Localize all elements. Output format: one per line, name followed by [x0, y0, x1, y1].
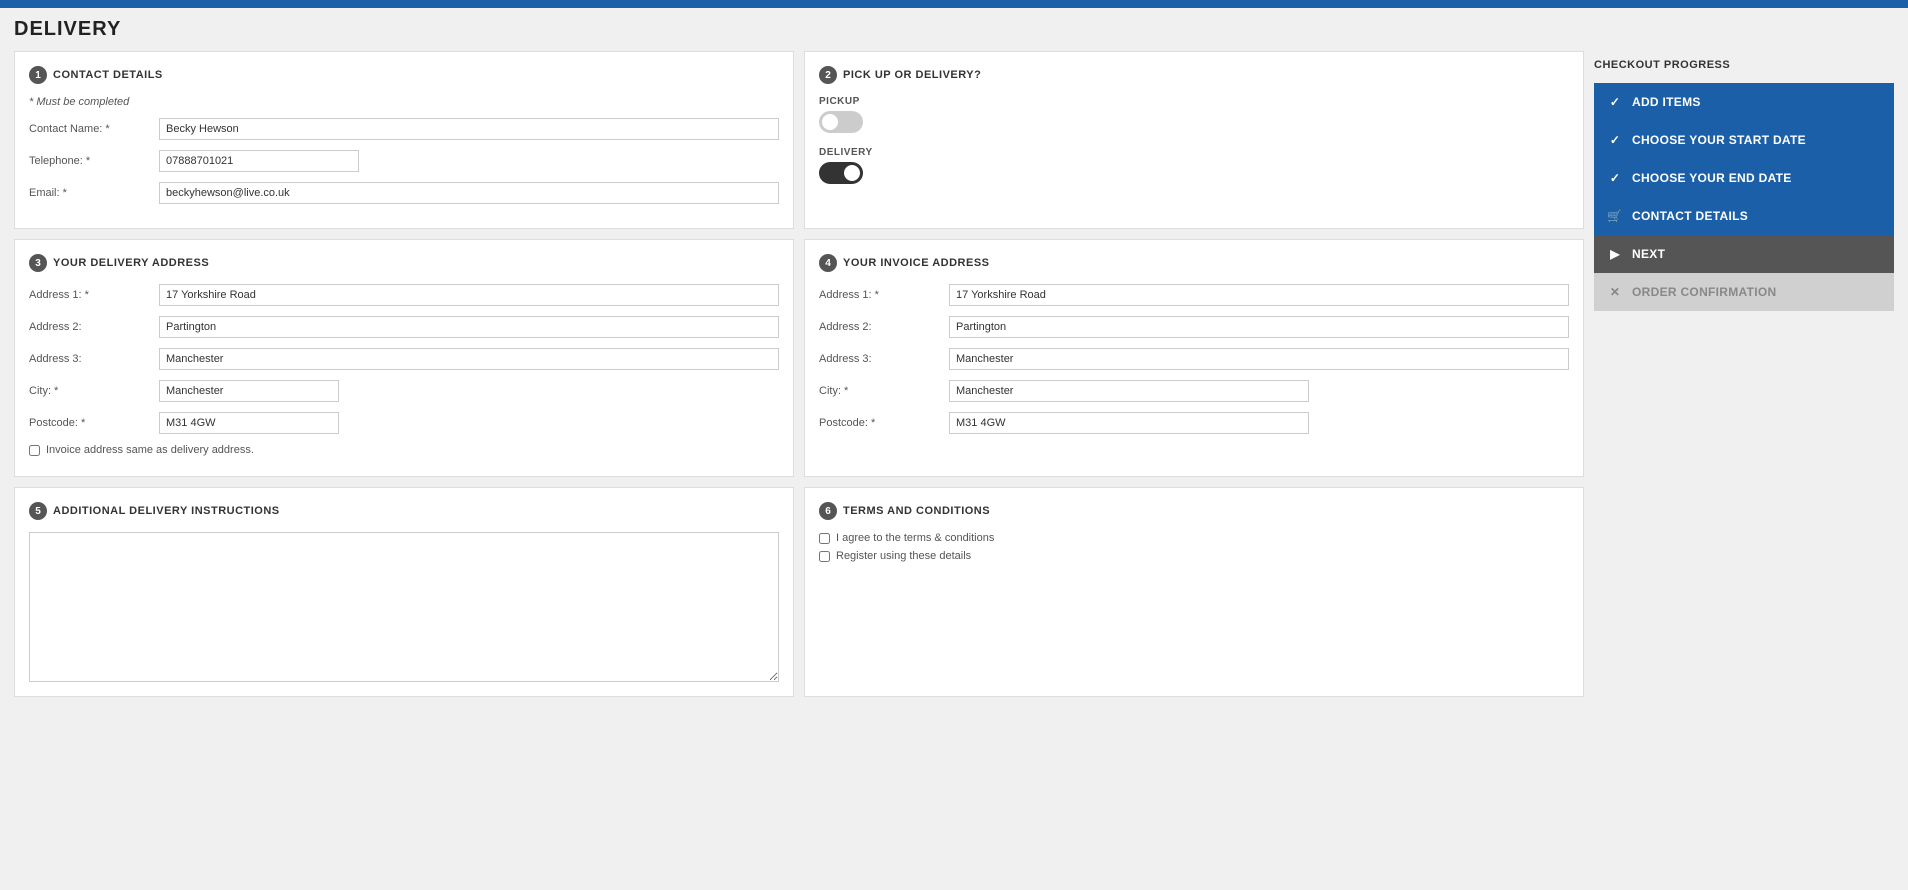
contact-name-label: Contact Name: * [29, 123, 159, 135]
section-number-4: 4 [819, 254, 837, 272]
inv-addr3-input[interactable] [949, 348, 1569, 370]
register-label: Register using these details [836, 550, 971, 562]
del-addr1-input[interactable] [159, 284, 779, 306]
section-title-pickup: Pick Up Or Delivery? [843, 69, 981, 81]
del-addr2-row: Address 2: [29, 316, 779, 338]
section-title-contact: Contact Details [53, 69, 163, 81]
terms-section: 6 Terms And Conditions I agree to the te… [804, 487, 1584, 697]
check-icon-3: ✓ [1606, 169, 1624, 187]
del-postcode-input[interactable] [159, 412, 339, 434]
del-city-input[interactable] [159, 380, 339, 402]
pickup-slider [819, 111, 863, 133]
inv-addr1-label: Address 1: * [819, 289, 949, 301]
invoice-same-checkbox[interactable] [29, 445, 40, 456]
instructions-textarea[interactable] [29, 532, 779, 682]
email-label: Email: * [29, 187, 159, 199]
page-title: Delivery [0, 8, 1908, 51]
register-checkbox[interactable] [819, 551, 830, 562]
inv-addr1-row: Address 1: * [819, 284, 1569, 306]
contact-name-input[interactable] [159, 118, 779, 140]
section-number-3: 3 [29, 254, 47, 272]
invoice-same-row: Invoice address same as delivery address… [29, 444, 779, 456]
invoice-address-section: 4 Your Invoice Address Address 1: * Addr… [804, 239, 1584, 477]
invoice-same-label: Invoice address same as delivery address… [46, 444, 254, 456]
check-icon-2: ✓ [1606, 131, 1624, 149]
cart-icon: 🛒 [1606, 207, 1624, 225]
section-title-delivery-addr: Your Delivery Address [53, 257, 209, 269]
contact-name-row: Contact Name: * [29, 118, 779, 140]
inv-city-row: City: * [819, 380, 1569, 402]
check-icon-1: ✓ [1606, 93, 1624, 111]
section-number-1: 1 [29, 66, 47, 84]
del-city-label: City: * [29, 385, 159, 397]
progress-item-start-date[interactable]: ✓ Choose your start date [1594, 121, 1894, 159]
delivery-toggle-container: DELIVERY [819, 147, 1569, 184]
del-addr1-row: Address 1: * [29, 284, 779, 306]
inv-postcode-label: Postcode: * [819, 417, 949, 429]
section-number-5: 5 [29, 502, 47, 520]
sidebar: Checkout Progress ✓ Add items ✓ Choose y… [1594, 51, 1894, 697]
progress-label-3: Choose your end date [1632, 171, 1792, 185]
delivery-toggle[interactable] [819, 162, 863, 184]
pickup-delivery-section: 2 Pick Up Or Delivery? PICKUP DELIVERY [804, 51, 1584, 229]
pickup-toggle-container: PICKUP [819, 96, 1569, 133]
must-complete-label: * Must be completed [29, 96, 779, 108]
del-postcode-label: Postcode: * [29, 417, 159, 429]
delivery-address-section: 3 Your Delivery Address Address 1: * Add… [14, 239, 794, 477]
progress-item-order-confirmation[interactable]: ✕ Order confirmation [1594, 273, 1894, 311]
delivery-slider [819, 162, 863, 184]
terms-agree-label: I agree to the terms & conditions [836, 532, 994, 544]
inv-addr2-row: Address 2: [819, 316, 1569, 338]
section-number-6: 6 [819, 502, 837, 520]
email-input[interactable] [159, 182, 779, 204]
progress-label-1: Add items [1632, 95, 1701, 109]
progress-item-end-date[interactable]: ✓ Choose your end date [1594, 159, 1894, 197]
progress-label-4: Contact Details [1632, 209, 1748, 223]
progress-label-2: Choose your start date [1632, 133, 1806, 147]
del-postcode-row: Postcode: * [29, 412, 779, 434]
progress-item-contact-details[interactable]: 🛒 Contact Details [1594, 197, 1894, 235]
arrow-icon: ▶ [1606, 245, 1624, 263]
pickup-toggle[interactable] [819, 111, 863, 133]
x-icon: ✕ [1606, 283, 1624, 301]
del-addr2-input[interactable] [159, 316, 779, 338]
progress-label-5: Next [1632, 247, 1665, 261]
additional-instructions-section: 5 Additional Delivery Instructions [14, 487, 794, 697]
inv-addr3-label: Address 3: [819, 353, 949, 365]
del-addr3-row: Address 3: [29, 348, 779, 370]
del-addr2-label: Address 2: [29, 321, 159, 333]
register-row: Register using these details [819, 550, 1569, 562]
del-addr1-label: Address 1: * [29, 289, 159, 301]
section-title-terms: Terms And Conditions [843, 505, 990, 517]
inv-addr2-label: Address 2: [819, 321, 949, 333]
inv-addr3-row: Address 3: [819, 348, 1569, 370]
delivery-label: DELIVERY [819, 147, 1569, 158]
telephone-label: Telephone: * [29, 155, 159, 167]
telephone-input[interactable] [159, 150, 359, 172]
inv-city-label: City: * [819, 385, 949, 397]
pickup-label: PICKUP [819, 96, 1569, 107]
del-addr3-label: Address 3: [29, 353, 159, 365]
telephone-row: Telephone: * [29, 150, 779, 172]
progress-item-next[interactable]: ▶ Next [1594, 235, 1894, 273]
section-title-invoice-addr: Your Invoice Address [843, 257, 990, 269]
inv-postcode-input[interactable] [949, 412, 1309, 434]
inv-postcode-row: Postcode: * [819, 412, 1569, 434]
progress-item-add-items[interactable]: ✓ Add items [1594, 83, 1894, 121]
inv-addr1-input[interactable] [949, 284, 1569, 306]
sidebar-title: Checkout Progress [1594, 51, 1894, 79]
section-number-2: 2 [819, 66, 837, 84]
del-addr3-input[interactable] [159, 348, 779, 370]
progress-label-6: Order confirmation [1632, 285, 1777, 299]
inv-city-input[interactable] [949, 380, 1309, 402]
del-city-row: City: * [29, 380, 779, 402]
contact-details-section: 1 Contact Details * Must be completed Co… [14, 51, 794, 229]
section-title-instructions: Additional Delivery Instructions [53, 505, 280, 517]
terms-agree-checkbox[interactable] [819, 533, 830, 544]
email-row: Email: * [29, 182, 779, 204]
inv-addr2-input[interactable] [949, 316, 1569, 338]
top-bar [0, 0, 1908, 8]
terms-agree-row: I agree to the terms & conditions [819, 532, 1569, 544]
